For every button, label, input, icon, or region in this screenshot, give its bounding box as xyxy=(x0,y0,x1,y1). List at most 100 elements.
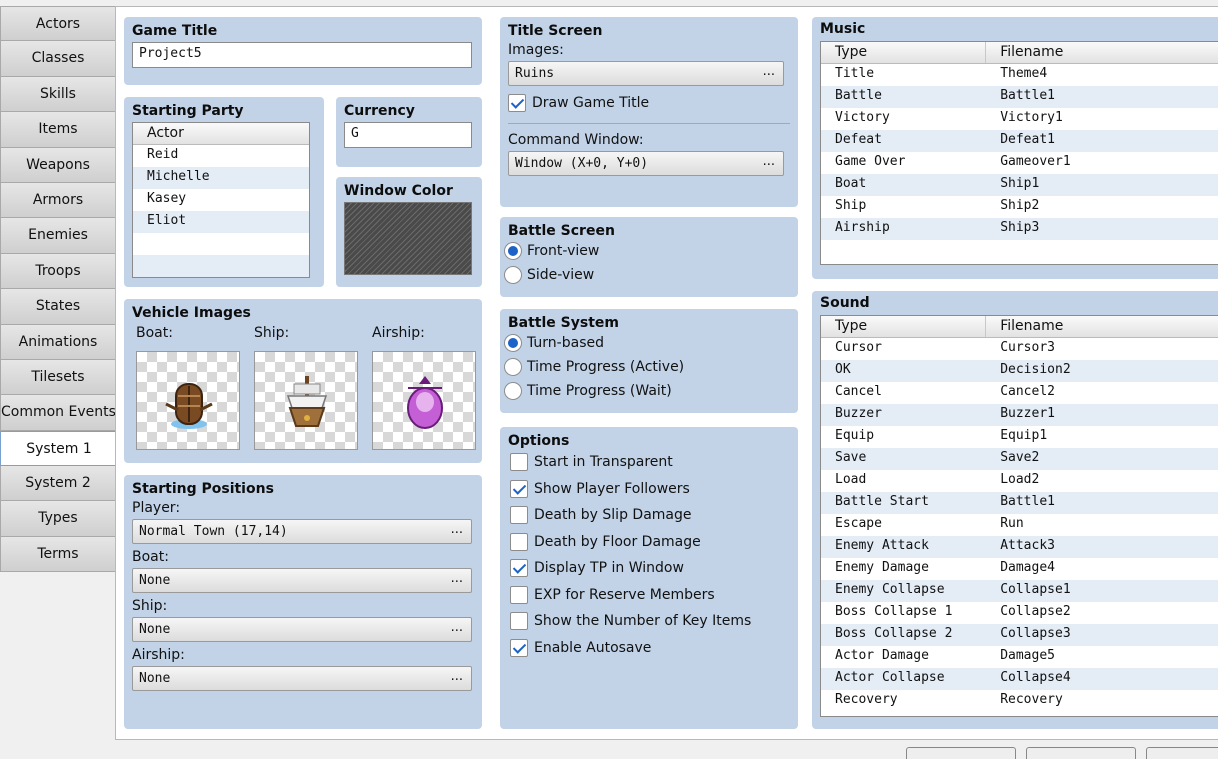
starting-party-list[interactable]: Actor Reid Michelle Kasey Eliot xyxy=(132,122,310,278)
list-item[interactable]: Michelle xyxy=(133,167,309,189)
sound-type-cell: Actor Damage xyxy=(835,648,929,663)
table-row[interactable]: OK Decision2 xyxy=(821,360,1218,382)
ok-button[interactable] xyxy=(906,747,1016,759)
table-row[interactable]: Enemy Damage Damage4 xyxy=(821,558,1218,580)
boat-image-picker[interactable] xyxy=(136,351,240,450)
tab-troops[interactable]: Troops xyxy=(0,253,116,290)
table-row[interactable]: Actor Damage Damage5 xyxy=(821,646,1218,668)
command-window-select[interactable]: Window (X+0, Y+0) ... xyxy=(508,150,784,176)
option-checkbox[interactable]: Enable Autosave xyxy=(510,635,790,662)
sound-filename-header[interactable]: Filename xyxy=(986,316,1218,337)
tab-system-2[interactable]: System 2 xyxy=(0,466,116,502)
tab-tilesets[interactable]: Tilesets xyxy=(0,359,116,396)
player-position-select[interactable]: Normal Town (17,14) ... xyxy=(132,519,472,544)
sound-type-cell: Enemy Collapse xyxy=(835,582,945,597)
ship-image-picker[interactable] xyxy=(254,351,358,450)
option-label: Death by Floor Damage xyxy=(534,533,701,550)
table-row[interactable]: Boss Collapse 1 Collapse2 xyxy=(821,602,1218,624)
music-panel: Music Type Filename Title Theme4 Battle Bat… xyxy=(812,17,1218,279)
table-row[interactable]: Enemy Collapse Collapse1 xyxy=(821,580,1218,602)
option-checkbox[interactable]: Display TP in Window xyxy=(510,555,790,582)
cancel-button[interactable] xyxy=(1026,747,1136,759)
sound-type-cell: OK xyxy=(835,362,851,377)
table-row[interactable]: Cancel Cancel2 xyxy=(821,382,1218,404)
sound-type-cell: Boss Collapse 1 xyxy=(835,604,953,619)
tab-states[interactable]: States xyxy=(0,289,116,325)
table-row[interactable]: Defeat Defeat1 xyxy=(821,130,1218,152)
sound-filename-cell: Run xyxy=(1000,516,1024,531)
table-row[interactable]: Enemy Attack Attack3 xyxy=(821,536,1218,558)
battle-screen-panel: Battle Screen Front-view Side-view xyxy=(500,217,798,297)
option-checkbox[interactable]: Death by Slip Damage xyxy=(510,502,790,529)
ship-position-select[interactable]: None ... xyxy=(132,617,472,642)
sound-list[interactable]: Type Filename Cursor Cursor3 OK Decision2 Ca… xyxy=(820,315,1218,717)
option-checkbox[interactable]: EXP for Reserve Members xyxy=(510,582,790,609)
list-item[interactable] xyxy=(133,255,309,277)
table-row[interactable]: Load Load2 xyxy=(821,470,1218,492)
table-row[interactable]: Equip Equip1 xyxy=(821,426,1218,448)
actor-column-header[interactable]: Actor xyxy=(133,123,309,144)
battle-system-option[interactable]: Time Progress (Wait) xyxy=(504,379,790,403)
starting-party-panel: Starting Party Actor Reid Michelle Kasey El… xyxy=(124,97,324,287)
tab-system-1[interactable]: System 1 xyxy=(0,430,117,467)
tab-terms[interactable]: Terms xyxy=(0,536,116,573)
music-list[interactable]: Type Filename Title Theme4 Battle Battle1 Vi… xyxy=(820,41,1218,265)
sound-type-header[interactable]: Type xyxy=(821,316,987,337)
table-row[interactable]: Title Theme4 xyxy=(821,64,1218,86)
music-type-header[interactable]: Type xyxy=(821,42,987,63)
list-item[interactable] xyxy=(133,233,309,255)
sound-filename-cell: Battle1 xyxy=(1000,494,1055,509)
tab-weapons[interactable]: Weapons xyxy=(0,147,116,183)
table-row[interactable]: Cursor Cursor3 xyxy=(821,338,1218,360)
list-item[interactable]: Eliot xyxy=(133,211,309,233)
list-item[interactable]: Reid xyxy=(133,145,309,167)
table-row[interactable]: Battle Battle1 xyxy=(821,86,1218,108)
tab-enemies[interactable]: Enemies xyxy=(0,218,116,254)
option-checkbox[interactable]: Show Player Followers xyxy=(510,476,790,503)
sound-type-cell: Load xyxy=(835,472,867,487)
table-row[interactable]: Recovery Recovery xyxy=(821,690,1218,712)
table-row[interactable]: Boss Collapse 2 Collapse3 xyxy=(821,624,1218,646)
tab-actors[interactable]: Actors xyxy=(0,6,116,42)
game-title-input[interactable]: Project5 xyxy=(132,42,472,68)
window-color-swatch[interactable] xyxy=(344,202,472,275)
table-row[interactable]: Escape Run xyxy=(821,514,1218,536)
battle-system-option[interactable]: Time Progress (Active) xyxy=(504,355,790,379)
option-checkbox[interactable]: Start in Transparent xyxy=(510,449,790,476)
option-checkbox[interactable]: Death by Floor Damage xyxy=(510,529,790,556)
apply-button[interactable] xyxy=(1146,747,1218,759)
battle-system-option[interactable]: Turn-based xyxy=(504,331,790,355)
currency-input[interactable]: G xyxy=(344,122,472,148)
tab-classes[interactable]: Classes xyxy=(0,41,116,77)
table-row[interactable]: Save Save2 xyxy=(821,448,1218,470)
table-row[interactable]: Buzzer Buzzer1 xyxy=(821,404,1218,426)
option-checkbox[interactable]: Show the Number of Key Items xyxy=(510,608,790,635)
airship-position-select[interactable]: None ... xyxy=(132,666,472,691)
tab-items[interactable]: Items xyxy=(0,112,116,148)
tab-common-events[interactable]: Common Events xyxy=(0,395,116,431)
title-images-select[interactable]: Ruins ... xyxy=(508,61,784,86)
player-position-label: Player: xyxy=(132,500,181,516)
option-label: EXP for Reserve Members xyxy=(534,586,715,603)
airship-position-value: None xyxy=(139,671,171,686)
table-row[interactable]: Airship Ship3 xyxy=(821,218,1218,240)
battle-screen-option[interactable]: Front-view xyxy=(504,239,790,263)
table-row[interactable]: Battle Start Battle1 xyxy=(821,492,1218,514)
tab-armors[interactable]: Armors xyxy=(0,182,116,219)
tab-types[interactable]: Types xyxy=(0,501,116,537)
table-row[interactable]: Victory Victory1 xyxy=(821,108,1218,130)
table-row[interactable]: Actor Collapse Collapse4 xyxy=(821,668,1218,690)
music-type-cell: Defeat xyxy=(835,132,882,147)
music-filename-header[interactable]: Filename xyxy=(986,42,1218,63)
tab-animations[interactable]: Animations xyxy=(0,324,116,360)
sound-type-cell: Cursor xyxy=(835,340,882,355)
battle-screen-option[interactable]: Side-view xyxy=(504,263,790,287)
list-item[interactable]: Kasey xyxy=(133,189,309,211)
boat-position-select[interactable]: None ... xyxy=(132,568,472,593)
table-row[interactable]: Game Over Gameover1 xyxy=(821,152,1218,174)
tab-skills[interactable]: Skills xyxy=(0,76,116,113)
draw-game-title-checkbox[interactable]: Draw Game Title xyxy=(508,90,790,117)
airship-image-picker[interactable] xyxy=(372,351,476,450)
table-row[interactable]: Ship Ship2 xyxy=(821,196,1218,218)
table-row[interactable]: Boat Ship1 xyxy=(821,174,1218,196)
